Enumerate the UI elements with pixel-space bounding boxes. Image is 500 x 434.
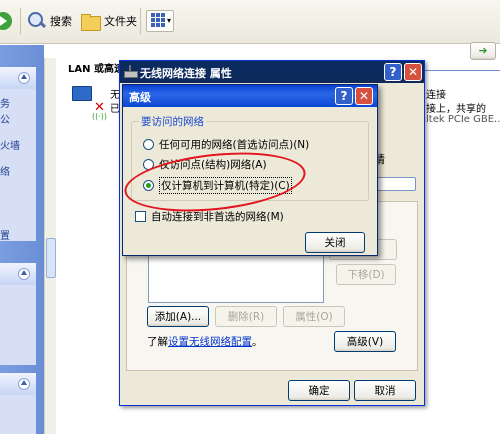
- cancel-button[interactable]: 取消: [354, 380, 416, 401]
- close-button[interactable]: ✕: [404, 63, 422, 81]
- group-label: 要访问的网络: [139, 114, 206, 129]
- signal-icon: ((·)): [92, 112, 108, 121]
- auto-connect-checkbox[interactable]: [135, 211, 146, 222]
- close-dialog-button[interactable]: 关闭: [305, 232, 365, 253]
- radio-access-point-only[interactable]: 仅访问点(结构)网络(A): [143, 157, 267, 172]
- forward-button[interactable]: [0, 8, 12, 34]
- task-panel-header[interactable]: [0, 263, 36, 285]
- advanced-title: 高级: [129, 91, 151, 104]
- task-panel-header[interactable]: [0, 67, 36, 89]
- radio-any-network[interactable]: 任何可用的网络(首选访问点)(N): [143, 137, 309, 152]
- go-arrow-icon: ➔: [478, 45, 488, 57]
- task-link[interactable]: 公: [0, 111, 10, 126]
- connection-name-fragment: 连接: [426, 90, 446, 101]
- task-panel: [0, 285, 36, 365]
- add-button[interactable]: 添加(A)...: [147, 306, 209, 327]
- properties-title: 无线网络连接 属性: [140, 67, 232, 80]
- learn-suffix: 。: [252, 336, 263, 348]
- wireless-connection-icon[interactable]: ✕ ((·)): [70, 86, 107, 121]
- learn-more-text: 了解设置无线网络配置。: [147, 334, 263, 349]
- monitor-icon: [72, 86, 92, 101]
- search-button[interactable]: 搜索: [26, 8, 72, 34]
- radio-label: 仅计算机到计算机(特定)(C): [159, 177, 292, 194]
- task-link[interactable]: 络: [0, 163, 10, 178]
- toolbar-separator: [140, 8, 141, 34]
- help-button[interactable]: ?: [384, 63, 402, 81]
- adapter-name-fragment: ltek PCIe GBE...: [426, 114, 500, 125]
- views-grid-icon: [151, 13, 165, 27]
- close-button[interactable]: ✕: [355, 87, 373, 105]
- group-heading: LAN 或高速: [68, 64, 124, 75]
- remove-button[interactable]: 删除(R): [215, 306, 277, 327]
- toolbar-separator: [20, 8, 21, 34]
- task-panel: [0, 395, 36, 434]
- setup-wireless-link[interactable]: 设置无线网络配置: [168, 336, 252, 348]
- collapse-chevron-icon[interactable]: [18, 378, 30, 390]
- folders-button[interactable]: 文件夹: [80, 8, 137, 34]
- help-button[interactable]: ?: [335, 87, 353, 105]
- go-button-fragment[interactable]: ➔: [470, 42, 496, 60]
- task-link[interactable]: 火墙: [0, 137, 20, 152]
- network-icon: [124, 65, 138, 78]
- folders-label: 文件夹: [104, 15, 137, 28]
- search-icon: [26, 11, 46, 31]
- task-link[interactable]: 务: [0, 95, 10, 110]
- forward-arrow-icon: [0, 12, 12, 30]
- advanced-button[interactable]: 高级(V): [334, 331, 396, 352]
- move-down-button[interactable]: 下移(D): [336, 264, 396, 285]
- radio-label: 任何可用的网络(首选访问点)(N): [159, 139, 310, 151]
- radio-computer-to-computer[interactable]: 仅计算机到计算机(特定)(C): [143, 177, 292, 194]
- task-panel: 务 公 火墙 络 置: [0, 89, 36, 242]
- search-label: 搜索: [50, 15, 72, 28]
- properties-title-bar[interactable]: 无线网络连接 属性 ? ✕: [120, 61, 424, 83]
- collapse-chevron-icon[interactable]: [18, 72, 30, 84]
- properties-button[interactable]: 属性(O): [283, 306, 345, 327]
- views-button[interactable]: ▾: [146, 10, 174, 32]
- auto-connect-checkbox-row[interactable]: 自动连接到非首选的网络(M): [135, 209, 284, 224]
- pane-scrollbar[interactable]: [44, 58, 56, 434]
- radio-button[interactable]: [143, 139, 154, 150]
- folder-icon: [80, 11, 101, 31]
- radio-button-selected[interactable]: [143, 180, 154, 191]
- task-pane: 务 公 火墙 络 置: [0, 45, 44, 434]
- radio-label: 仅访问点(结构)网络(A): [159, 159, 267, 171]
- task-link[interactable]: 置: [0, 227, 10, 242]
- advanced-dialog: 高级 ? ✕ 要访问的网络 任何可用的网络(首选访问点)(N) 仅访问点(结构)…: [122, 84, 378, 256]
- connection-status-fragment: 接上，共享的: [426, 104, 486, 115]
- ok-button[interactable]: 确定: [288, 380, 350, 401]
- auto-connect-label: 自动连接到非首选的网络(M): [151, 211, 284, 223]
- dropdown-arrow-icon: ▾: [167, 16, 172, 25]
- scrollbar-thumb[interactable]: [46, 238, 56, 278]
- learn-prefix: 了解: [147, 336, 168, 348]
- advanced-title-bar[interactable]: 高级 ? ✕: [123, 85, 377, 107]
- collapse-chevron-icon[interactable]: [18, 268, 30, 280]
- task-panel-header[interactable]: [0, 373, 36, 395]
- radio-button[interactable]: [143, 159, 154, 170]
- explorer-toolbar: 搜索 文件夹 ▾ ➔: [0, 0, 500, 60]
